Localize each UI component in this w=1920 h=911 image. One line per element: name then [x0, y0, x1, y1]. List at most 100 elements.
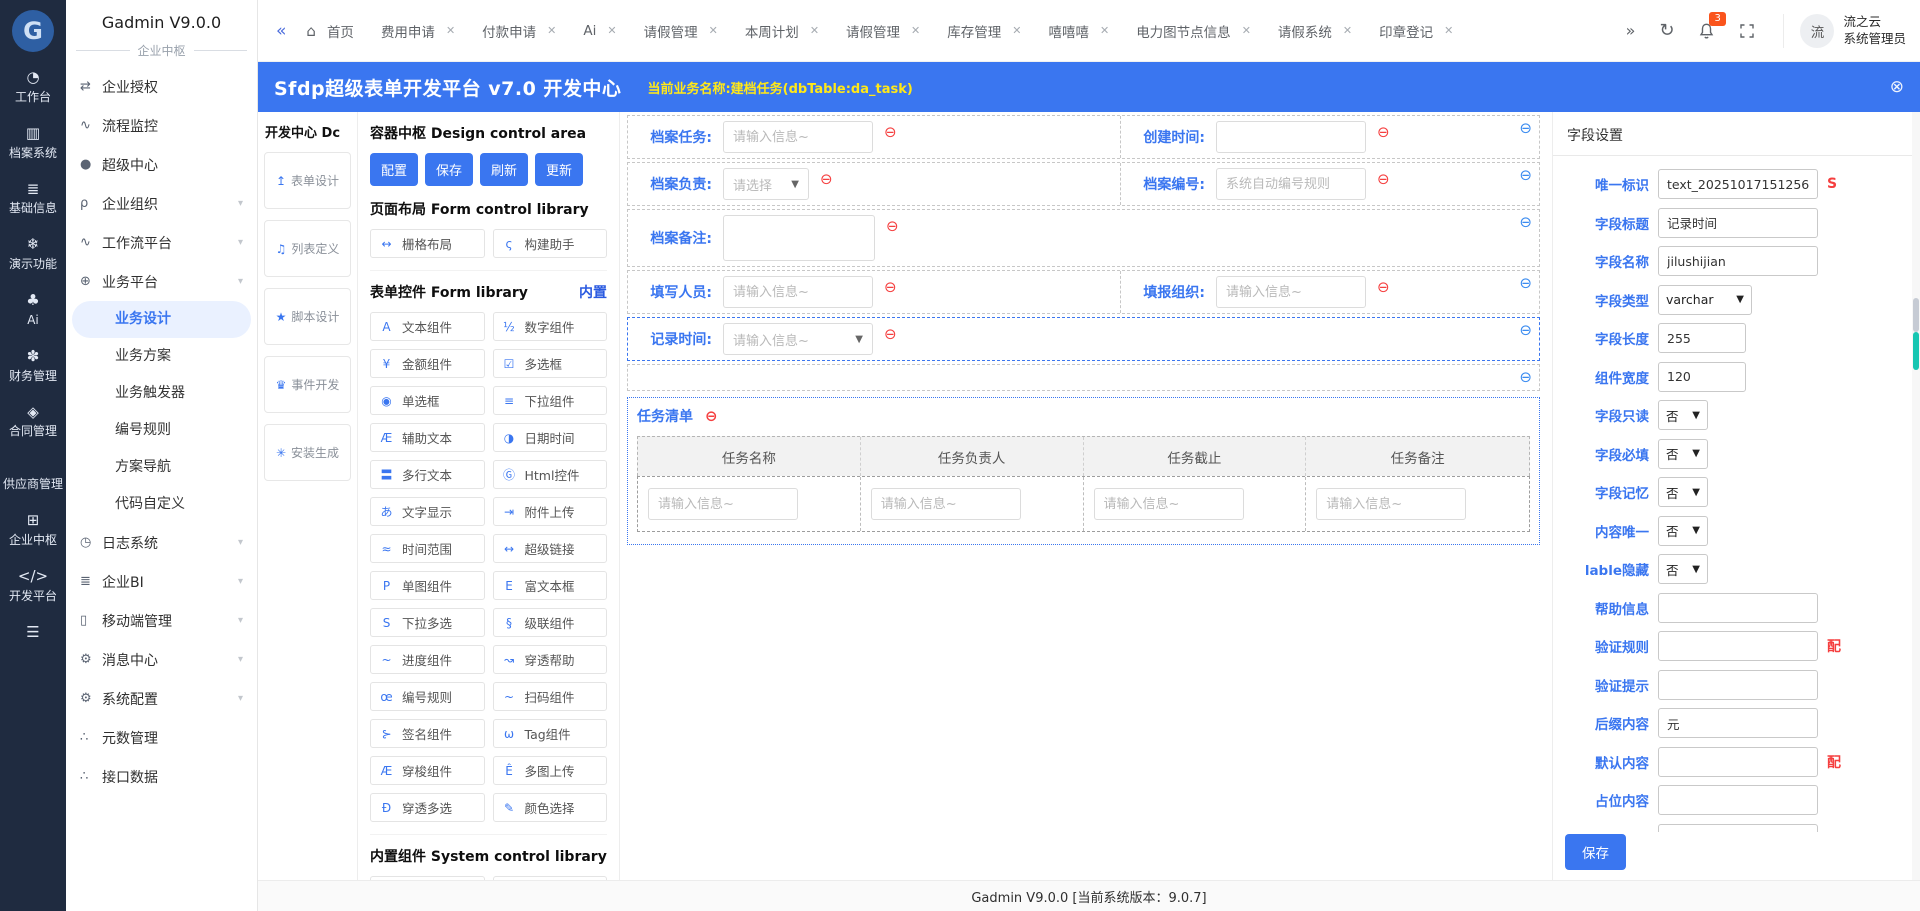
- tab-close-icon[interactable]: ✕: [911, 24, 920, 37]
- config-badge[interactable]: 配: [1827, 829, 1841, 833]
- app-logo[interactable]: G: [12, 10, 54, 52]
- library-component-button[interactable]: Æ辅助文本: [370, 423, 485, 452]
- sidebar-item[interactable]: ρ企业组织▾: [66, 184, 257, 223]
- library-component-button[interactable]: ✎颜色选择: [493, 793, 608, 822]
- save-button[interactable]: 保存: [1565, 834, 1626, 870]
- settings-field-input[interactable]: [1658, 708, 1818, 738]
- library-component-button[interactable]: あ文字显示: [370, 497, 485, 526]
- page-scrollbar[interactable]: [1912, 112, 1920, 880]
- remove-row-icon[interactable]: ⊖: [1519, 323, 1532, 338]
- sidebar-item[interactable]: ⚙消息中心▾: [66, 640, 257, 679]
- sidebar-item[interactable]: ≣企业BI▾: [66, 562, 257, 601]
- library-component-button[interactable]: S下拉多选: [370, 608, 485, 637]
- config-badge[interactable]: 配: [1827, 636, 1841, 656]
- form-row[interactable]: 档案负责:请选择▼⊖档案编号:⊖⊖: [627, 162, 1540, 206]
- remove-row-icon[interactable]: ⊖: [1519, 121, 1532, 136]
- tab-close-icon[interactable]: ✕: [1343, 24, 1352, 37]
- rail-item[interactable]: ♣Ai: [3, 291, 63, 328]
- library-component-button[interactable]: ☑多选框: [493, 349, 608, 378]
- form-row[interactable]: 填写人员:⊖填报组织:⊖⊖: [627, 270, 1540, 314]
- tab[interactable]: 库存管理✕: [947, 21, 1021, 41]
- remove-row-icon[interactable]: ⊖: [1519, 276, 1532, 291]
- tab-close-icon[interactable]: ✕: [547, 24, 556, 37]
- dev-tool-button[interactable]: ♫列表定义: [264, 220, 351, 277]
- sidebar-item[interactable]: ⇄企业授权: [66, 67, 257, 106]
- scrollbar-thumb[interactable]: [1913, 298, 1919, 332]
- form-row[interactable]: 记录时间:请输入信息~▼⊖⊖: [627, 317, 1540, 361]
- dev-tool-button[interactable]: ↥表单设计: [264, 152, 351, 209]
- field-input[interactable]: [1216, 168, 1366, 200]
- notifications-button[interactable]: 3: [1698, 22, 1715, 40]
- settings-field-input[interactable]: [1658, 670, 1818, 700]
- library-component-button[interactable]: E富文本框: [493, 571, 608, 600]
- subtable-cell-input[interactable]: [871, 488, 1021, 520]
- tab-close-icon[interactable]: ✕: [1012, 24, 1021, 37]
- remove-field-icon[interactable]: ⊖: [1377, 125, 1390, 140]
- design-action-button[interactable]: 配置: [370, 153, 418, 186]
- tab[interactable]: 付款申请✕: [482, 21, 556, 41]
- subtable-region[interactable]: 任务清单 ⊖ 任务名称任务负责人任务截止任务备注: [627, 397, 1540, 545]
- remove-row-icon[interactable]: ⊖: [1519, 215, 1532, 230]
- settings-field-input[interactable]: [1658, 747, 1818, 777]
- tab[interactable]: 印章登记✕: [1379, 21, 1453, 41]
- tab-close-icon[interactable]: ✕: [709, 24, 718, 37]
- tabs-collapse-icon[interactable]: «: [276, 21, 286, 41]
- fullscreen-icon[interactable]: [1739, 23, 1755, 39]
- tab-close-icon[interactable]: ✕: [1242, 24, 1251, 37]
- sidebar-item[interactable]: ⊕业务平台▾: [66, 262, 257, 301]
- field-input[interactable]: [1216, 276, 1366, 308]
- library-component-button[interactable]: ¥金额组件: [370, 349, 485, 378]
- dev-tool-button[interactable]: ✳安装生成: [264, 424, 351, 481]
- settings-field-select[interactable]: 否▼: [1658, 516, 1708, 546]
- library-component-button[interactable]: ↔超级链接: [493, 534, 608, 563]
- remove-field-icon[interactable]: ⊖: [884, 125, 897, 140]
- form-row[interactable]: ⊖: [627, 364, 1540, 391]
- field-select[interactable]: 请选择▼: [723, 168, 809, 200]
- library-component-button[interactable]: œ编号规则: [370, 682, 485, 711]
- sidebar-subitem[interactable]: 业务设计: [72, 301, 251, 338]
- field-select[interactable]: 请输入信息~▼: [723, 323, 873, 355]
- sidebar-subitem[interactable]: 代码自定义: [66, 486, 257, 523]
- tab[interactable]: 电力图节点信息✕: [1136, 21, 1251, 41]
- settings-field-input[interactable]: [1658, 169, 1818, 199]
- sidebar-item[interactable]: ∿工作流平台▾: [66, 223, 257, 262]
- library-component-button[interactable]: ρ系统用户: [370, 876, 485, 880]
- sidebar-subitem[interactable]: 方案导航: [66, 449, 257, 486]
- settings-field-select[interactable]: 否▼: [1658, 400, 1708, 430]
- remove-field-icon[interactable]: ⊖: [884, 327, 897, 342]
- user-menu[interactable]: 流 流之云 系统管理员: [1783, 14, 1906, 48]
- library-component-button[interactable]: ⇥附件上传: [493, 497, 608, 526]
- sidebar-item[interactable]: ●超级中心: [66, 145, 257, 184]
- library-component-button[interactable]: §级联组件: [493, 608, 608, 637]
- sidebar-item[interactable]: ⚙系统配置▾: [66, 679, 257, 718]
- tab[interactable]: ⌂首页: [306, 21, 354, 41]
- settings-field-input[interactable]: [1658, 824, 1818, 833]
- library-component-button[interactable]: ωTag组件: [493, 719, 608, 748]
- field-textarea[interactable]: [723, 215, 875, 261]
- sidebar-subitem[interactable]: 编号规则: [66, 412, 257, 449]
- rail-item[interactable]: ☰: [3, 623, 63, 645]
- close-icon[interactable]: ⊗: [1890, 77, 1904, 97]
- rail-item[interactable]: ◈合同管理: [3, 403, 63, 440]
- tab[interactable]: 嘻嘻嘻✕: [1048, 21, 1109, 41]
- rail-item[interactable]: ▥档案系统: [3, 124, 63, 161]
- dev-tool-button[interactable]: ★脚本设计: [264, 288, 351, 345]
- tab-close-icon[interactable]: ✕: [607, 24, 616, 37]
- library-component-button[interactable]: ~进度组件: [370, 645, 485, 674]
- rail-item[interactable]: ✽财务管理: [3, 347, 63, 384]
- tab[interactable]: 费用申请✕: [381, 21, 455, 41]
- settings-field-select[interactable]: 否▼: [1658, 554, 1708, 584]
- library-component-button[interactable]: Ê多图上传: [493, 756, 608, 785]
- dev-tool-button[interactable]: ♛事件开发: [264, 356, 351, 413]
- tabs-overflow-icon[interactable]: »: [1626, 21, 1636, 40]
- library-component-button[interactable]: Æ穿梭组件: [370, 756, 485, 785]
- tab-close-icon[interactable]: ✕: [1444, 24, 1453, 37]
- library-component-button[interactable]: ↝穿透帮助: [493, 645, 608, 674]
- design-action-button[interactable]: 更新: [535, 153, 583, 186]
- field-input[interactable]: [1216, 121, 1366, 153]
- library-component-button[interactable]: ~扫码组件: [493, 682, 608, 711]
- sidebar-subitem[interactable]: 业务触发器: [66, 375, 257, 412]
- sidebar-subitem[interactable]: 业务方案: [66, 338, 257, 375]
- settings-field-input[interactable]: [1658, 208, 1818, 238]
- tab[interactable]: 请假系统✕: [1278, 21, 1352, 41]
